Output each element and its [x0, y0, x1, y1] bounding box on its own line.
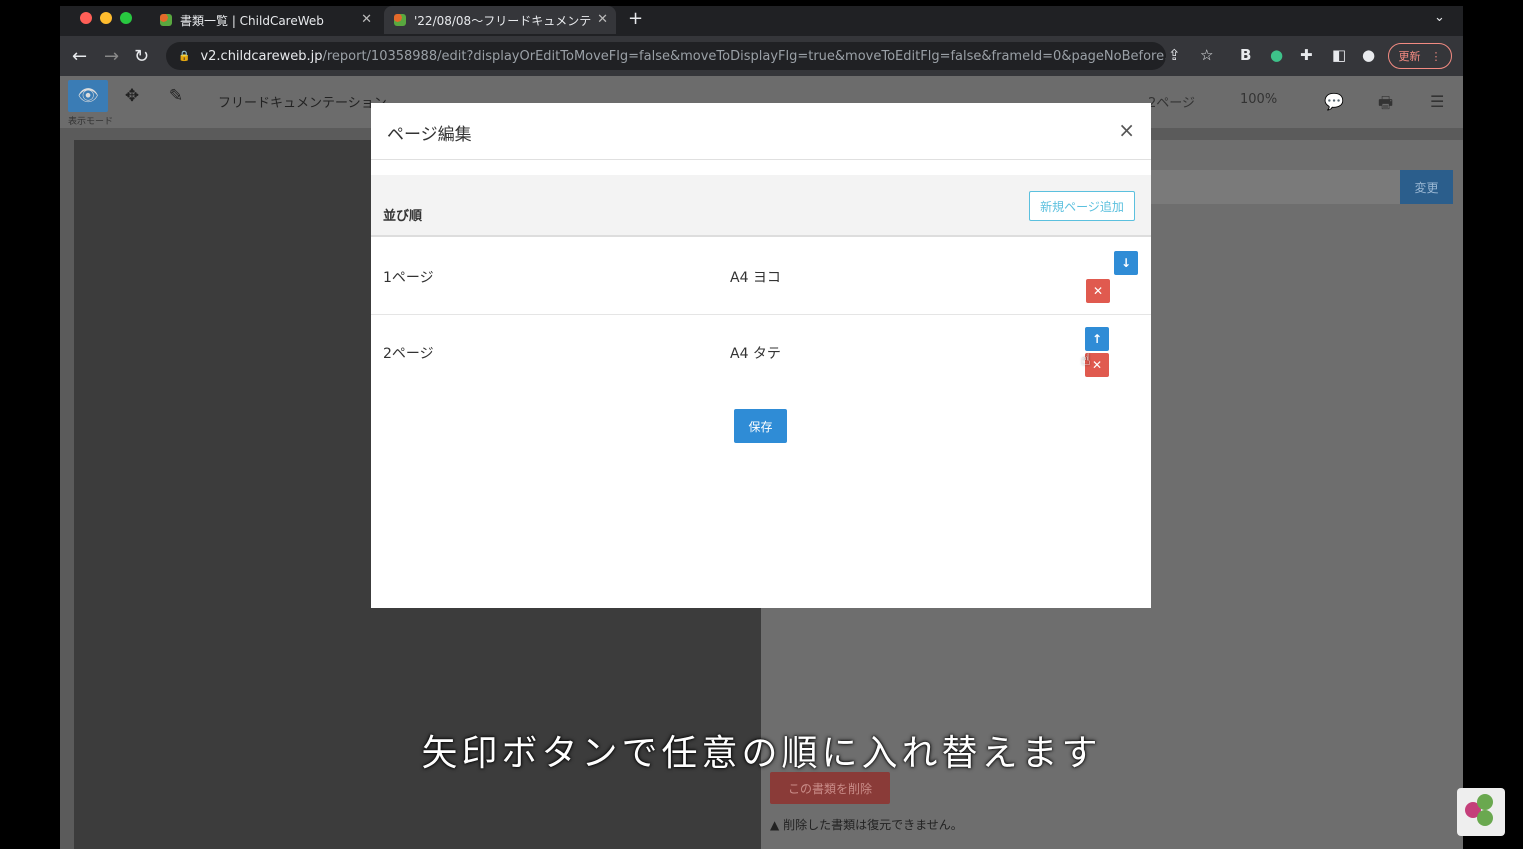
move-mode-icon[interactable]: ✥	[112, 80, 152, 112]
modal-title: ページ編集	[387, 125, 472, 145]
close-icon[interactable]: ×	[1118, 118, 1135, 142]
comment-icon[interactable]: 💬	[1324, 92, 1344, 111]
page-edit-modal: ページ編集 × 並び順 新規ページ追加 1ページ A4 ヨコ ↓ ✕ 2ページ …	[371, 103, 1151, 608]
tab-document-list[interactable]: 書類一覧 | ChildCareWeb ✕	[150, 6, 380, 34]
close-tab-icon[interactable]: ✕	[597, 12, 608, 27]
delete-warning: ▲ 削除した書類は復元できません。	[770, 816, 963, 833]
move-down-arrow-icon[interactable]: ↓	[1114, 251, 1138, 275]
title-input[interactable]	[1150, 170, 1400, 204]
forward-icon[interactable]: →	[104, 46, 119, 67]
hamburger-menu-icon[interactable]: ☰	[1430, 92, 1444, 111]
add-page-button[interactable]: 新規ページ追加	[1029, 191, 1135, 221]
tab-title: 書類一覧 | ChildCareWeb	[180, 13, 324, 28]
mode-label: 表示モード	[68, 117, 114, 127]
profile-icon[interactable]: ●	[1362, 46, 1375, 64]
bookmark-star-icon[interactable]: ☆	[1200, 46, 1213, 64]
childcareweb-favicon-icon	[394, 14, 406, 26]
save-button[interactable]: 保存	[734, 409, 787, 443]
childcareweb-favicon-icon	[160, 14, 172, 26]
update-button[interactable]: 更新 ⋮	[1388, 43, 1452, 69]
tab-title: '22/08/08〜フリードキュメンテ	[414, 13, 592, 28]
move-up-arrow-icon[interactable]: ↑	[1085, 327, 1109, 351]
url-host: v2.childcareweb.jp	[200, 48, 323, 64]
modal-header: ページ編集 ×	[371, 103, 1151, 160]
childcareweb-logo	[1457, 788, 1505, 836]
tab-search-icon[interactable]: ⌄	[1434, 10, 1445, 25]
close-window-dot[interactable]	[80, 12, 92, 24]
document-title: フリードキュメンテーション	[218, 96, 387, 111]
address-bar[interactable]: 🔒 v2.childcareweb.jp/report/10358988/edi…	[166, 42, 1166, 70]
change-button[interactable]: 変更	[1400, 170, 1453, 204]
extension-b-icon[interactable]: B	[1240, 46, 1251, 64]
reload-icon[interactable]: ↻	[134, 46, 149, 67]
url-path: /report/10358988/edit?displayOrEditToMov…	[322, 48, 1166, 64]
delete-document-button[interactable]: この書類を削除	[770, 772, 890, 804]
warning-icon: ▲	[770, 818, 780, 832]
new-tab-button[interactable]: +	[628, 8, 643, 29]
page-label: 2ページ	[383, 346, 434, 362]
hand-cursor-icon: ☝	[1081, 350, 1091, 369]
print-icon[interactable]: 🖶	[1378, 92, 1393, 119]
page-label: 1ページ	[383, 270, 434, 286]
tab-free-documentation[interactable]: '22/08/08〜フリードキュメンテ ✕	[384, 6, 616, 34]
lock-icon: 🔒	[178, 50, 191, 62]
close-tab-icon[interactable]: ✕	[361, 12, 372, 27]
page-size: A4 ヨコ	[730, 270, 781, 286]
page-select[interactable]: 2ページ	[1148, 92, 1195, 111]
delete-page-icon[interactable]: ✕	[1086, 279, 1110, 303]
extensions-puzzle-icon[interactable]: ✚	[1300, 46, 1313, 64]
video-caption: 矢印ボタンで任意の順に入れ替えます	[421, 733, 1102, 774]
order-column-header: 並び順	[383, 209, 423, 224]
update-label: 更新	[1398, 50, 1421, 63]
zoom-select[interactable]: 100%	[1240, 92, 1277, 107]
table-row: 1ページ A4 ヨコ ↓ ✕	[371, 239, 1151, 315]
back-icon[interactable]: ←	[72, 46, 87, 67]
table-header: 並び順 新規ページ追加	[371, 175, 1151, 237]
minimize-window-dot[interactable]	[100, 12, 112, 24]
kebab-menu-icon: ⋮	[1430, 49, 1442, 63]
delete-warning-text: 削除した書類は復元できません。	[783, 818, 963, 832]
side-panel-icon[interactable]: ◧	[1332, 46, 1346, 64]
maximize-window-dot[interactable]	[120, 12, 132, 24]
view-mode-eye-icon[interactable]: 👁	[68, 80, 108, 112]
page-size: A4 タテ	[730, 346, 781, 362]
screen: 書類一覧 | ChildCareWeb ✕ '22/08/08〜フリードキュメン…	[0, 0, 1523, 849]
share-icon[interactable]: ⇪	[1168, 46, 1181, 64]
extension-circle-icon[interactable]: ●	[1270, 46, 1283, 64]
edit-mode-pencil-icon[interactable]: ✎	[156, 80, 196, 112]
table-row: 2ページ A4 タテ ↑ ✕	[371, 315, 1151, 391]
